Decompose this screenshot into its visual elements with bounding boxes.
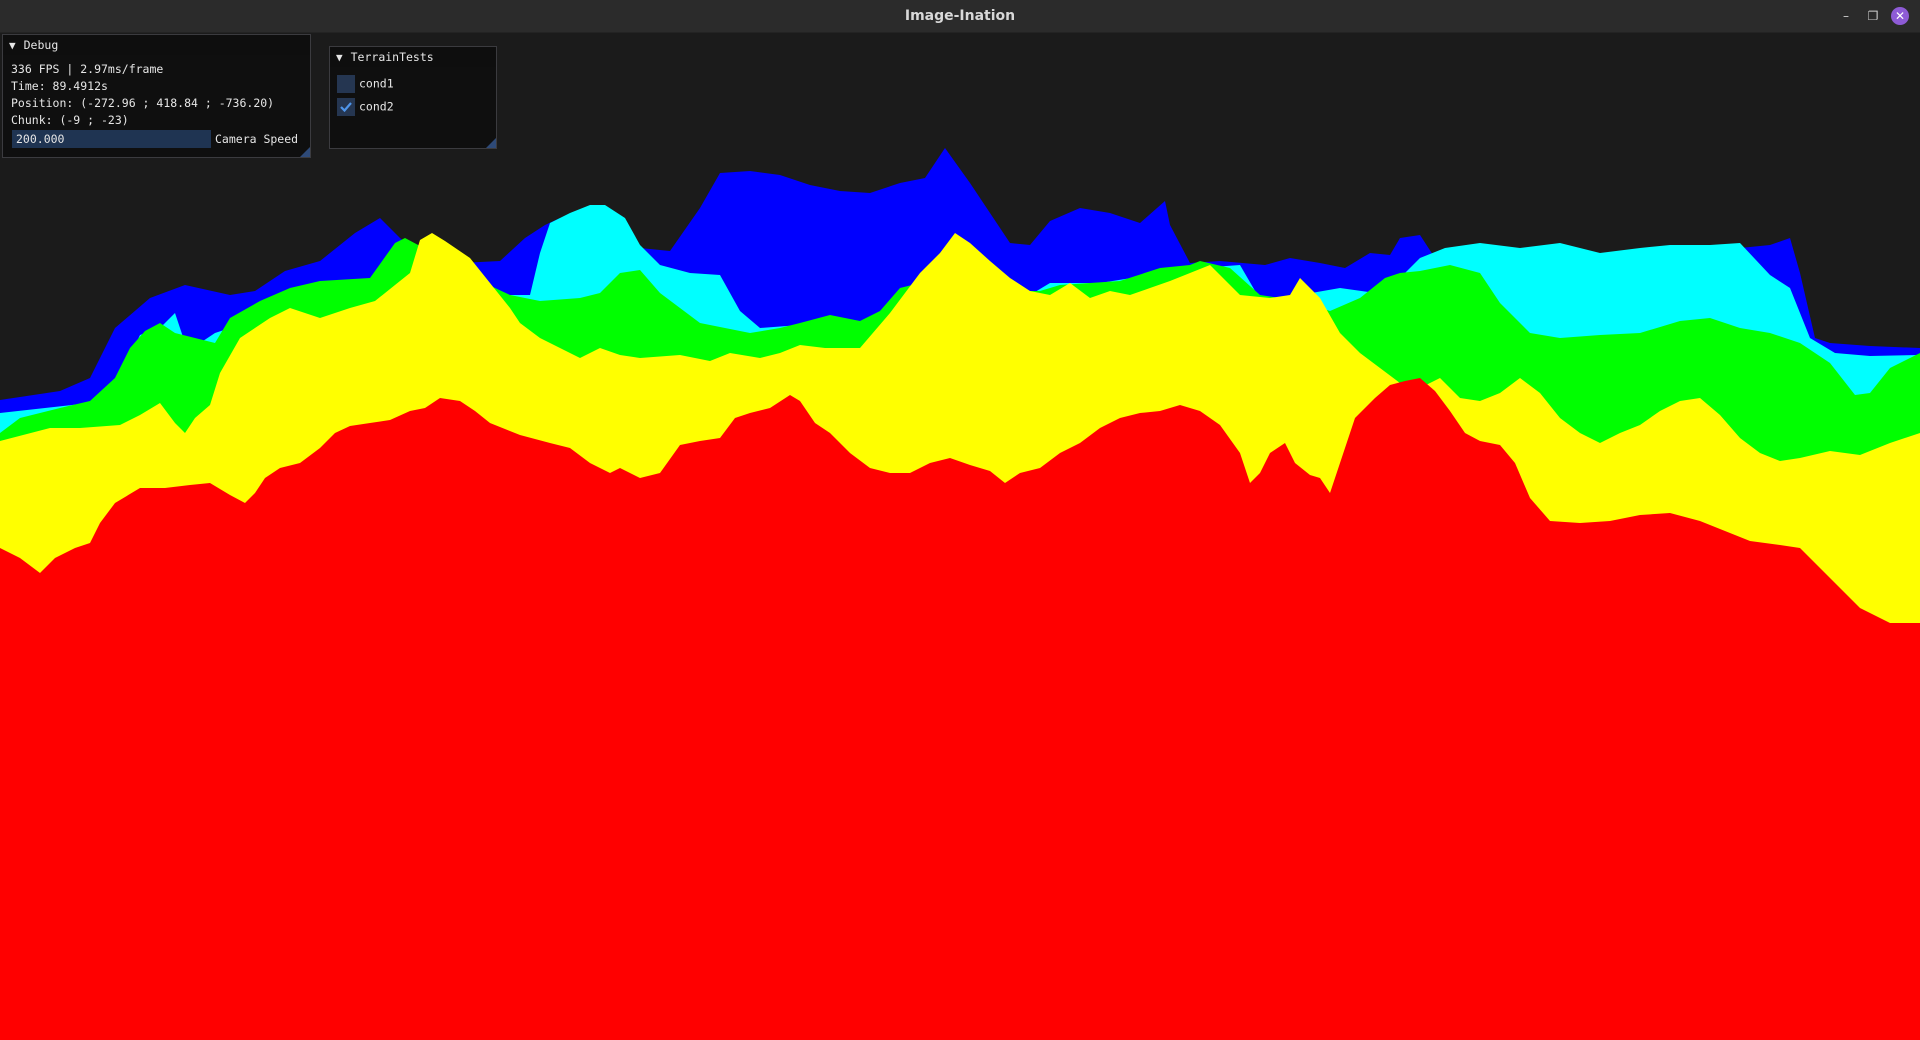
checkmark-icon (340, 101, 352, 112)
chunk-text: Chunk: (-9 ; -23) (11, 113, 129, 127)
checkbox-cond2-label: cond2 (359, 99, 394, 114)
time-text: Time: 89.4912s (11, 79, 108, 93)
debug-panel[interactable]: ▼ Debug 336 FPS | 2.97ms/frame Time: 89.4… (2, 34, 311, 158)
collapse-arrow-icon[interactable]: ▼ (9, 39, 16, 52)
terrain-tests-panel[interactable]: ▼ TerrainTests cond1 cond2 (329, 46, 497, 149)
resize-grip-icon[interactable] (300, 147, 310, 157)
window-title-bar: Image-Ination – ❐ ✕ (0, 0, 1920, 33)
terrain-tests-panel-title: TerrainTests (350, 50, 434, 64)
terrain-tests-panel-header[interactable]: ▼ TerrainTests (330, 47, 496, 67)
close-icon[interactable]: ✕ (1891, 7, 1909, 25)
collapse-arrow-icon[interactable]: ▼ (336, 51, 343, 64)
restore-icon[interactable]: ❐ (1864, 7, 1882, 25)
checkbox-cond2[interactable] (337, 97, 355, 116)
terrain-viewport[interactable] (0, 33, 1920, 1040)
camera-speed-label: Camera Speed (215, 132, 299, 146)
debug-panel-header[interactable]: ▼ Debug (3, 35, 310, 55)
resize-grip-icon[interactable] (486, 138, 496, 148)
fps-text: 336 FPS | 2.97ms/frame (11, 62, 164, 76)
checkbox-cond1-label: cond1 (359, 76, 394, 91)
window-title: Image-Ination (904, 8, 1016, 24)
position-text: Position: (-272.96 ; 418.84 ; -736.20) (11, 96, 275, 110)
checkbox-cond1[interactable] (337, 74, 355, 93)
checkbox-cond2-row[interactable]: cond2 (337, 96, 394, 116)
minimize-icon[interactable]: – (1837, 7, 1855, 25)
camera-speed-input[interactable]: 200.000 (12, 130, 211, 148)
terrain-render (0, 148, 1920, 1040)
debug-panel-title: Debug (23, 38, 59, 52)
checkbox-cond1-row[interactable]: cond1 (337, 73, 394, 93)
